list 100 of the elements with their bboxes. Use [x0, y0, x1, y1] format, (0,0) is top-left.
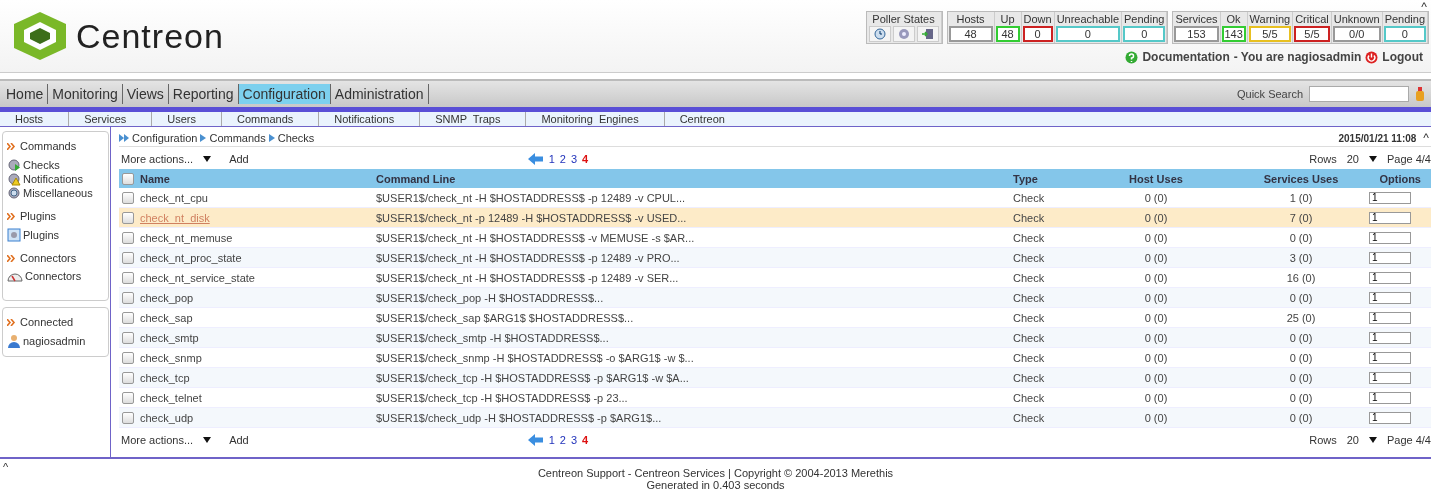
- stat-value[interactable]: 48: [948, 26, 993, 42]
- table-row[interactable]: check_nt_disk $USER1$/check_nt -p 12489 -H $HOSTADDRESS$ -v USED... Check 0 (0) 7 (0) 1: [119, 208, 1431, 228]
- command-name-link[interactable]: check_tcp: [140, 371, 376, 384]
- duplicate-count-field[interactable]: 1: [1369, 231, 1411, 244]
- table-cell-text: 0 (0): [1143, 411, 1169, 424]
- add-link[interactable]: Add: [229, 153, 249, 165]
- duplicate-count-field[interactable]: 1: [1369, 391, 1411, 404]
- submenu-item[interactable]: Notifications: [319, 112, 421, 126]
- table-cell-text: Check: [1013, 411, 1046, 424]
- column-header: Name: [140, 172, 171, 185]
- stat-value[interactable]: 153: [1174, 26, 1219, 42]
- table-cell-text: 0 (0): [1143, 351, 1169, 364]
- page-link[interactable]: 2: [559, 153, 566, 165]
- page-link[interactable]: 3: [570, 434, 578, 446]
- menu-tab[interactable]: Reporting: [168, 84, 239, 104]
- submenu-item[interactable]: Commands: [222, 112, 320, 126]
- duplicate-count-field[interactable]: 1: [1369, 251, 1411, 264]
- table-cell-text: $USER1$/check_sap $ARG1$ $HOSTADDRESS$...: [376, 311, 635, 324]
- user-item[interactable]: nagiosadmin: [7, 334, 104, 348]
- stat-value[interactable]: 0: [1055, 26, 1120, 42]
- stat-value[interactable]: 0: [1123, 26, 1166, 42]
- duplicate-count-field[interactable]: 1: [1369, 211, 1411, 224]
- command-name-link[interactable]: check_pop: [140, 291, 376, 304]
- stat-value[interactable]: 0: [1022, 26, 1053, 42]
- table-cell-text: $USER1$/check_nt -H $HOSTADDRESS$ -p 12489 -v SER...: [376, 271, 680, 284]
- page-link[interactable]: 1: [548, 434, 555, 446]
- add-link[interactable]: Add: [229, 434, 249, 446]
- more-actions-dropdown[interactable]: More actions...: [121, 434, 194, 446]
- page-link[interactable]: 4: [582, 434, 589, 446]
- submenu-item[interactable]: Users: [152, 112, 223, 126]
- table-cell-text: 0 (0): [1288, 291, 1314, 304]
- submenu-item[interactable]: SNMP Traps: [420, 112, 527, 126]
- breadcrumb-link[interactable]: Checks: [277, 132, 315, 144]
- table-row[interactable]: check_smtp $USER1$/check_smtp -H $HOSTADDRESS$... Check 0 (0) 0 (0) 1: [119, 328, 1431, 348]
- command-name-link[interactable]: check_sap: [140, 311, 376, 324]
- column-header: Type: [1013, 172, 1039, 185]
- duplicate-count-field[interactable]: 1: [1369, 271, 1411, 284]
- submenu-item[interactable]: Monitoring Engines: [526, 112, 665, 126]
- duplicate-count-field[interactable]: 1: [1369, 411, 1411, 424]
- table-row[interactable]: check_nt_proc_state $USER1$/check_nt -H $HOSTADDRESS$ -p 12489 -v PRO... Check 0 (0) 3 (0) 1: [119, 248, 1431, 268]
- stat-header: Pending: [1383, 12, 1426, 26]
- breadcrumb-link[interactable]: Commands: [209, 132, 266, 144]
- command-name-link[interactable]: check_snmp: [140, 351, 376, 364]
- table-cell-text: 0 (0): [1143, 271, 1169, 284]
- menu-tab[interactable]: Configuration: [238, 84, 331, 104]
- stat-value[interactable]: 0/0: [1332, 26, 1381, 42]
- menu-tab[interactable]: Home: [2, 84, 49, 104]
- submenu-item[interactable]: Centreon: [664, 112, 750, 126]
- collapse-caret-icon[interactable]: ^: [1421, 1, 1429, 11]
- sidebar-item[interactable]: Notifications: [7, 172, 104, 186]
- rows-select[interactable]: 20: [1346, 153, 1359, 165]
- table-cell-text: 0 (0): [1288, 391, 1314, 404]
- stat-value[interactable]: 143: [1221, 26, 1246, 42]
- duplicate-count-field[interactable]: 1: [1369, 191, 1411, 204]
- footer-text: Centreon Support - Centreon Services | Copyright © 2004-2013 Merethis: [537, 467, 894, 479]
- duplicate-count-field[interactable]: 1: [1369, 291, 1411, 304]
- submenu-item[interactable]: Hosts: [0, 112, 70, 126]
- rows-text: Rows: [1309, 153, 1337, 165]
- sidebar-item[interactable]: Checks: [7, 158, 104, 172]
- documentation-link[interactable]: Documentation: [1142, 50, 1230, 64]
- duplicate-count-field[interactable]: 1: [1369, 311, 1411, 324]
- stat-value[interactable]: 0: [1383, 26, 1426, 42]
- stat-value[interactable]: 5/5: [1248, 26, 1292, 42]
- page-link[interactable]: 4: [582, 153, 589, 165]
- stat-header: Down: [1022, 12, 1053, 26]
- table-row[interactable]: check_udp $USER1$/check_udp -H $HOSTADDRESS$ -p $ARG1$... Check 0 (0) 0 (0) 1: [119, 408, 1431, 428]
- footer-text: Generated in 0.403 seconds: [646, 479, 785, 491]
- collapse-caret-icon[interactable]: ^: [3, 461, 9, 473]
- stat-header: Warning: [1248, 12, 1292, 26]
- page-link[interactable]: 2: [559, 434, 566, 446]
- logout-link[interactable]: Logout: [1382, 50, 1423, 64]
- menu-tab[interactable]: Administration: [330, 84, 429, 104]
- table-row[interactable]: check_tcp $USER1$/check_tcp -H $HOSTADDRESS$ -p $ARG1$ -w $A... Check 0 (0) 0 (0) 1: [119, 368, 1431, 388]
- sidebar-item[interactable]: Connectors: [7, 270, 104, 282]
- table-row[interactable]: check_pop $USER1$/check_pop -H $HOSTADDRESS$... Check 0 (0) 0 (0) 1: [119, 288, 1431, 308]
- sidebar-item[interactable]: Miscellaneous: [7, 186, 104, 200]
- command-name-link[interactable]: check_nt_service_state: [140, 271, 376, 284]
- page-link[interactable]: 1: [548, 153, 555, 165]
- command-name-link[interactable]: check_smtp: [140, 331, 376, 344]
- duplicate-count-field[interactable]: 1: [1369, 371, 1411, 384]
- more-actions-dropdown[interactable]: More actions...: [121, 153, 194, 165]
- command-name-link[interactable]: check_nt_memuse: [140, 231, 376, 244]
- command-name-link[interactable]: check_nt_proc_state: [140, 251, 376, 264]
- submenu-item[interactable]: Services: [69, 112, 153, 126]
- table-cell-text: Check: [1013, 251, 1046, 264]
- command-name-link[interactable]: check_nt_cpu: [140, 191, 376, 204]
- stat-value[interactable]: 5/5: [1294, 26, 1330, 42]
- stat-value[interactable]: 48: [995, 26, 1020, 42]
- command-name-link[interactable]: check_udp: [140, 411, 376, 424]
- menu-tab[interactable]: Views: [122, 84, 169, 104]
- duplicate-count-field[interactable]: 1: [1369, 331, 1411, 344]
- duplicate-count-field[interactable]: 1: [1369, 351, 1411, 364]
- rows-select[interactable]: 20: [1346, 434, 1359, 446]
- breadcrumb-link[interactable]: Configuration: [132, 132, 198, 144]
- page-link[interactable]: 3: [570, 153, 578, 165]
- command-name-link[interactable]: check_telnet: [140, 391, 376, 404]
- table-cell-text: $USER1$/check_udp -H $HOSTADDRESS$ -p $ARG1$...: [376, 411, 663, 424]
- collapse-caret-icon[interactable]: ^: [1423, 131, 1431, 145]
- sidebar-item[interactable]: Plugins: [7, 228, 104, 242]
- menu-tab[interactable]: Monitoring: [48, 84, 123, 104]
